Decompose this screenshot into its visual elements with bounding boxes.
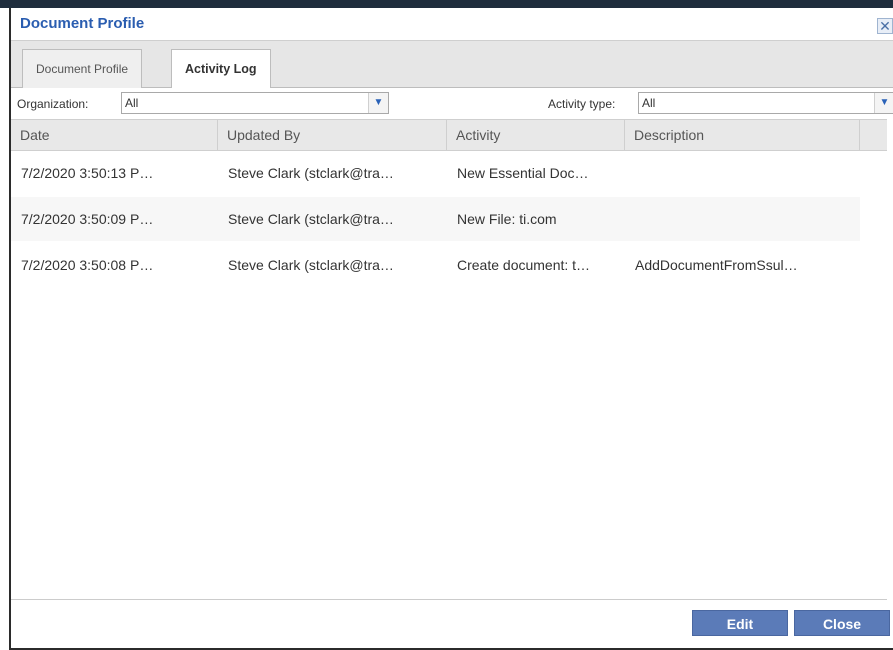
close-icon[interactable]: ✕ xyxy=(877,18,893,34)
tab-activity-log[interactable]: Activity Log xyxy=(171,49,271,90)
column-header-updated-by[interactable]: Updated By xyxy=(218,120,447,151)
cell-activity: New File: ti.com xyxy=(457,211,557,227)
document-profile-dialog: Document Profile ✕ Document Profile Acti… xyxy=(9,8,893,650)
table-row[interactable]: 7/2/2020 3:50:08 P… Steve Clark (stclark… xyxy=(11,243,860,287)
chevron-down-icon[interactable]: ▼ xyxy=(368,93,388,113)
dialog-footer: Edit Close xyxy=(11,600,893,648)
tab-bar: Document Profile Activity Log xyxy=(11,40,893,90)
tab-document-profile[interactable]: Document Profile xyxy=(22,49,143,89)
cell-description xyxy=(625,151,860,195)
dialog-titlebar: Document Profile ✕ xyxy=(11,8,893,38)
cell-activity: New Essential Doc… xyxy=(457,165,589,181)
cell-updated-by: Steve Clark (stclark@tra… xyxy=(228,257,394,273)
organization-value: All xyxy=(125,96,139,110)
cell-date: 7/2/2020 3:50:13 P… xyxy=(21,165,154,181)
chevron-down-icon[interactable]: ▼ xyxy=(874,93,893,113)
column-header-date[interactable]: Date xyxy=(11,120,218,151)
organization-select[interactable]: All ▼ xyxy=(121,92,389,114)
table-header: Date Updated By Activity Description xyxy=(11,119,887,151)
cell-date: 7/2/2020 3:50:09 P… xyxy=(21,211,154,227)
close-button[interactable]: Close xyxy=(794,610,890,636)
activity-log-table: Date Updated By Activity Description 7/2… xyxy=(11,119,887,600)
cell-updated-by: Steve Clark (stclark@tra… xyxy=(228,211,394,227)
cell-updated-by: Steve Clark (stclark@tra… xyxy=(228,165,394,181)
cell-activity: Create document: t… xyxy=(457,257,591,273)
activity-type-value: All xyxy=(642,96,656,110)
filter-bar: Organization: All ▼ Activity type: All ▼ xyxy=(11,88,893,118)
background-app-strip xyxy=(0,0,893,8)
column-header-activity[interactable]: Activity xyxy=(447,120,625,151)
table-row[interactable]: 7/2/2020 3:50:09 P… Steve Clark (stclark… xyxy=(11,197,860,241)
cell-description: AddDocumentFromSsul… xyxy=(635,257,798,273)
cell-date: 7/2/2020 3:50:08 P… xyxy=(21,257,154,273)
dialog-title: Document Profile xyxy=(20,15,145,32)
column-header-description[interactable]: Description xyxy=(625,120,860,151)
table-row[interactable]: 7/2/2020 3:50:13 P… Steve Clark (stclark… xyxy=(11,151,860,195)
organization-label: Organization: xyxy=(17,97,89,111)
activity-type-label: Activity type: xyxy=(548,97,616,111)
activity-type-select[interactable]: All ▼ xyxy=(638,92,893,114)
cell-description xyxy=(625,197,860,241)
edit-button[interactable]: Edit xyxy=(692,610,788,636)
